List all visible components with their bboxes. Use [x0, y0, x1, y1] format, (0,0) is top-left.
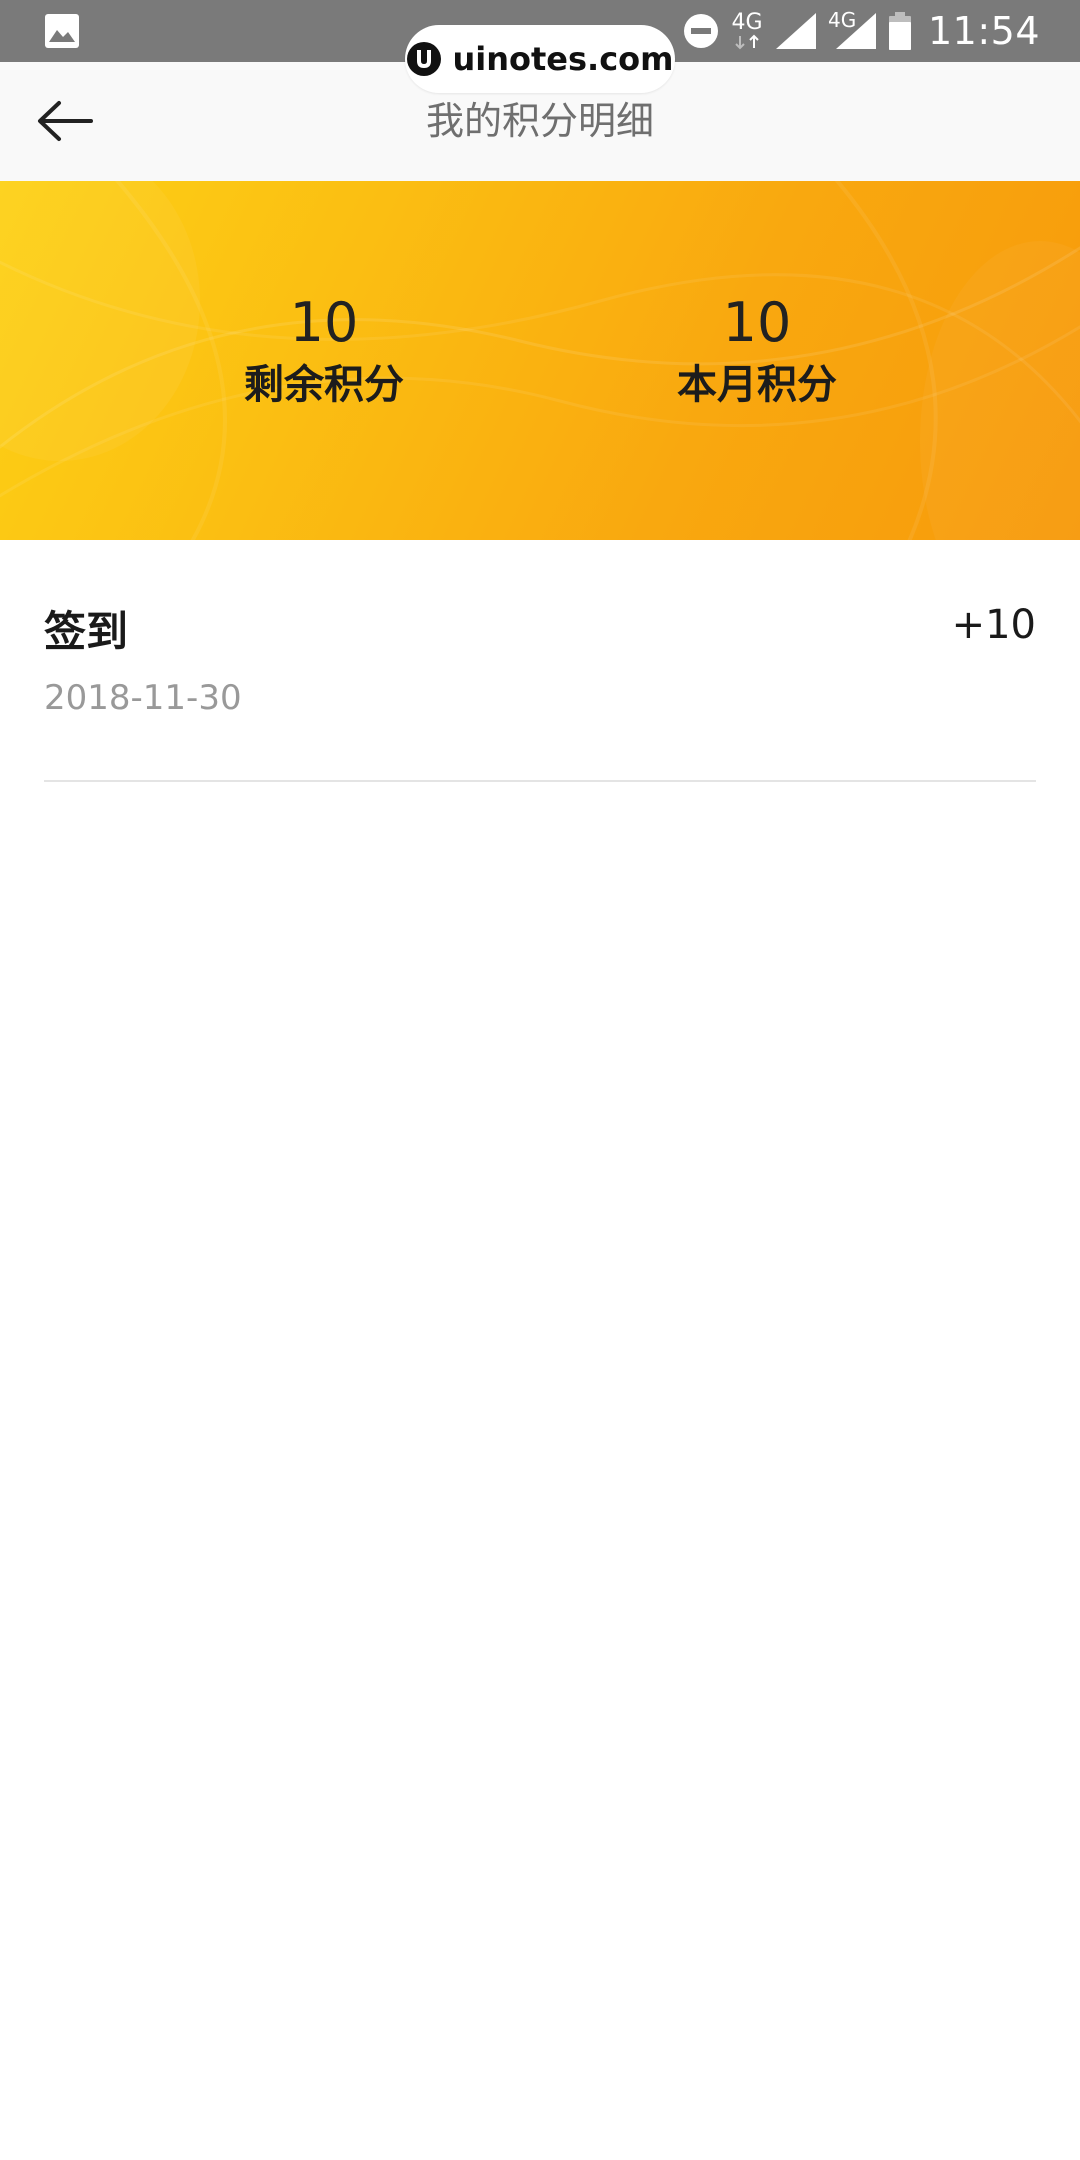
record-title: 签到 [44, 607, 129, 656]
network-indicator-2: 4G [828, 9, 878, 51]
status-time: 11:54 [927, 9, 1040, 53]
signal-icon [775, 13, 816, 49]
network-indicator-1: 4G [730, 12, 764, 50]
signal-icon-2 [835, 13, 876, 49]
remaining-points-label: 剩余积分 [244, 362, 404, 408]
status-right: 4G 4G 11:54 [682, 0, 1040, 62]
points-summary-banner: 10 剩余积分 10 本月积分 [0, 181, 1080, 540]
image-icon [45, 14, 79, 48]
watermark-text: uinotes.com [452, 40, 674, 78]
remaining-points-stat: 10 剩余积分 [174, 291, 474, 413]
record-date: 2018-11-30 [44, 678, 242, 718]
back-button[interactable] [32, 88, 98, 154]
watermark-badge: uinotes.com [405, 25, 675, 93]
monthly-points-label: 本月积分 [677, 362, 837, 408]
list-item[interactable]: 签到 2018-11-30 +10 [44, 540, 1036, 782]
data-arrows-icon [735, 34, 759, 50]
back-arrow-icon [38, 101, 93, 141]
monthly-points-value: 10 [722, 291, 792, 354]
uinotes-logo-icon [407, 42, 442, 76]
monthly-points-stat: 10 本月积分 [607, 291, 907, 413]
banner-texture [0, 181, 1080, 540]
battery-icon [888, 12, 911, 50]
remaining-points-value: 10 [289, 291, 359, 354]
do-not-disturb-icon [683, 14, 718, 48]
record-points: +10 [951, 602, 1036, 648]
points-record-list: 签到 2018-11-30 +10 [0, 540, 1080, 782]
network-type-label: 4G [731, 10, 763, 35]
points-detail-screen: 4G 4G 11:54 uinotes.com 我的积分明细 10 剩余积分 1… [0, 0, 1080, 2160]
